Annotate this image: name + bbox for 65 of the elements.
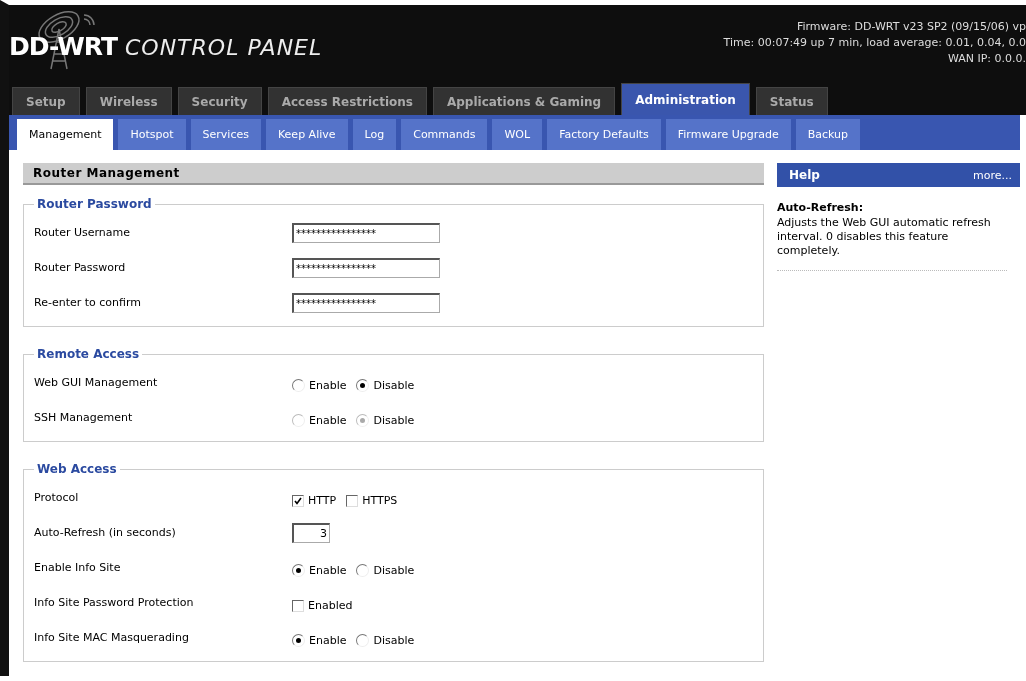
password-field[interactable]: **************** [292, 257, 440, 278]
option-label: Enabled [308, 598, 353, 612]
password-field[interactable]: **************** [292, 292, 440, 313]
sub-tab[interactable]: Backup [795, 119, 861, 150]
nav-tab[interactable]: Security [177, 87, 262, 115]
field-label: Router Password [34, 261, 127, 274]
sub-tab[interactable]: Management [17, 119, 114, 150]
option-label: Enable [309, 563, 347, 577]
option-label: Disable [373, 633, 415, 647]
sub-tab[interactable]: Commands [401, 119, 488, 150]
option-label: Enable [309, 378, 347, 392]
radio-button[interactable] [292, 379, 305, 392]
help-title: Help [789, 168, 820, 182]
nav-tab[interactable]: Applications & Gaming [432, 87, 616, 115]
status-line: Time: 00:07:49 up 7 min, load average: 0.01, 0.04, 0.0 [723, 35, 1026, 51]
sub-tab[interactable]: Hotspot [118, 119, 186, 150]
check-icon [294, 497, 302, 505]
group-legend: Remote Access [34, 347, 143, 361]
logo-text: DD-WRT [9, 32, 117, 61]
checkbox[interactable] [346, 495, 359, 507]
field-label: Web GUI Management [34, 376, 159, 389]
option-label: Enable [309, 633, 347, 647]
radio-button[interactable] [292, 564, 305, 577]
status-line: Firmware: DD-WRT v23 SP2 (09/15/06) vp [796, 19, 1026, 35]
sub-tab[interactable]: Services [190, 119, 261, 150]
field-label: Info Site Password Protection [34, 596, 195, 609]
sub-tab[interactable]: WOL [492, 119, 543, 150]
password-field[interactable]: **************** [292, 222, 440, 243]
option-label: Enable [309, 413, 347, 427]
radio-button[interactable] [356, 379, 370, 392]
field-label: Protocol [34, 491, 80, 504]
field-label: Enable Info Site [34, 561, 122, 574]
radio-button[interactable] [356, 634, 370, 647]
field-label: Auto-Refresh (in seconds) [34, 526, 177, 539]
option-label: Disable [373, 563, 415, 577]
nav-tab[interactable]: Administration [621, 83, 750, 115]
nav-tab[interactable]: Wireless [85, 87, 172, 115]
status-line: WAN IP: 0.0.0. [947, 51, 1026, 67]
number-field[interactable]: 3 [292, 522, 330, 543]
more-link[interactable]: more... [973, 168, 1012, 182]
option-label: HTTP [308, 493, 337, 507]
field-label: Re-enter to confirm [34, 296, 142, 309]
field-label: SSH Management [34, 411, 134, 424]
nav-tab[interactable]: Setup [12, 87, 80, 115]
option-label: Disable [373, 413, 415, 427]
help-text: Adjusts the Web GUI automatic refresh interval. 0 disables this feature completely. [777, 216, 1007, 271]
section-title: Router Management [23, 163, 764, 185]
field-label: Info Site MAC Masquerading [34, 631, 190, 644]
field-label: Router Username [34, 226, 132, 239]
radio-button[interactable] [356, 564, 370, 577]
option-label: HTTPS [362, 493, 398, 507]
checkbox[interactable] [292, 600, 304, 612]
radio-button[interactable] [292, 634, 305, 647]
sub-tab[interactable]: Keep Alive [265, 119, 348, 150]
sub-tab[interactable]: Log [352, 119, 397, 150]
nav-tab[interactable]: Access Restrictions [267, 87, 427, 115]
group-legend: Web Access [34, 462, 120, 476]
sub-tab[interactable]: Firmware Upgrade [665, 119, 791, 150]
group-legend: Router Password [34, 197, 155, 211]
checkbox[interactable] [292, 495, 304, 507]
help-topic: Auto-Refresh: [777, 201, 865, 214]
option-label: Disable [373, 378, 415, 392]
nav-tab[interactable]: Status [755, 87, 828, 115]
sub-tab[interactable]: Factory Defaults [547, 119, 661, 150]
logo-subtitle: CONTROL PANEL [125, 35, 323, 60]
